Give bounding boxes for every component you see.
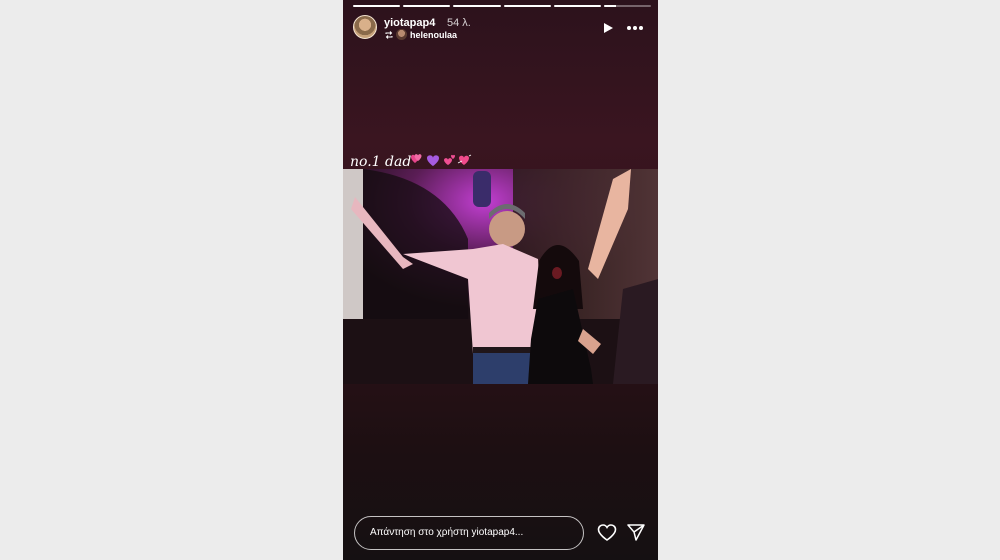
- reposted-from-avatar[interactable]: [396, 29, 407, 40]
- repost-icon: [385, 31, 393, 39]
- more-options-icon[interactable]: [626, 25, 644, 31]
- progress-segment: [553, 5, 601, 7]
- send-icon[interactable]: [627, 524, 645, 541]
- story-progress-bar: [353, 5, 652, 7]
- progress-segment: [603, 5, 652, 7]
- reposted-from-username[interactable]: helenoulaa: [410, 30, 457, 40]
- hearts-emoji-icon: [411, 154, 472, 166]
- progress-segment: [403, 5, 451, 7]
- avatar[interactable]: [353, 15, 377, 39]
- story-caption: no.1 dad: [350, 154, 412, 170]
- story-photo: [343, 169, 658, 384]
- username-link[interactable]: yiotapap4: [384, 17, 435, 29]
- story-viewer: yiotapap4 54 λ. helenoulaa no.1 dad Απάν…: [343, 0, 658, 560]
- story-timestamp: 54 λ.: [447, 17, 471, 29]
- progress-segment: [353, 5, 401, 7]
- reply-input[interactable]: Απάντηση στο χρήστη yiotapap4...: [354, 516, 584, 550]
- progress-segment: [503, 5, 551, 7]
- progress-segment: [453, 5, 501, 7]
- heart-icon[interactable]: [597, 524, 617, 542]
- play-icon[interactable]: [602, 22, 614, 34]
- story-header: yiotapap4 54 λ. helenoulaa: [353, 15, 650, 43]
